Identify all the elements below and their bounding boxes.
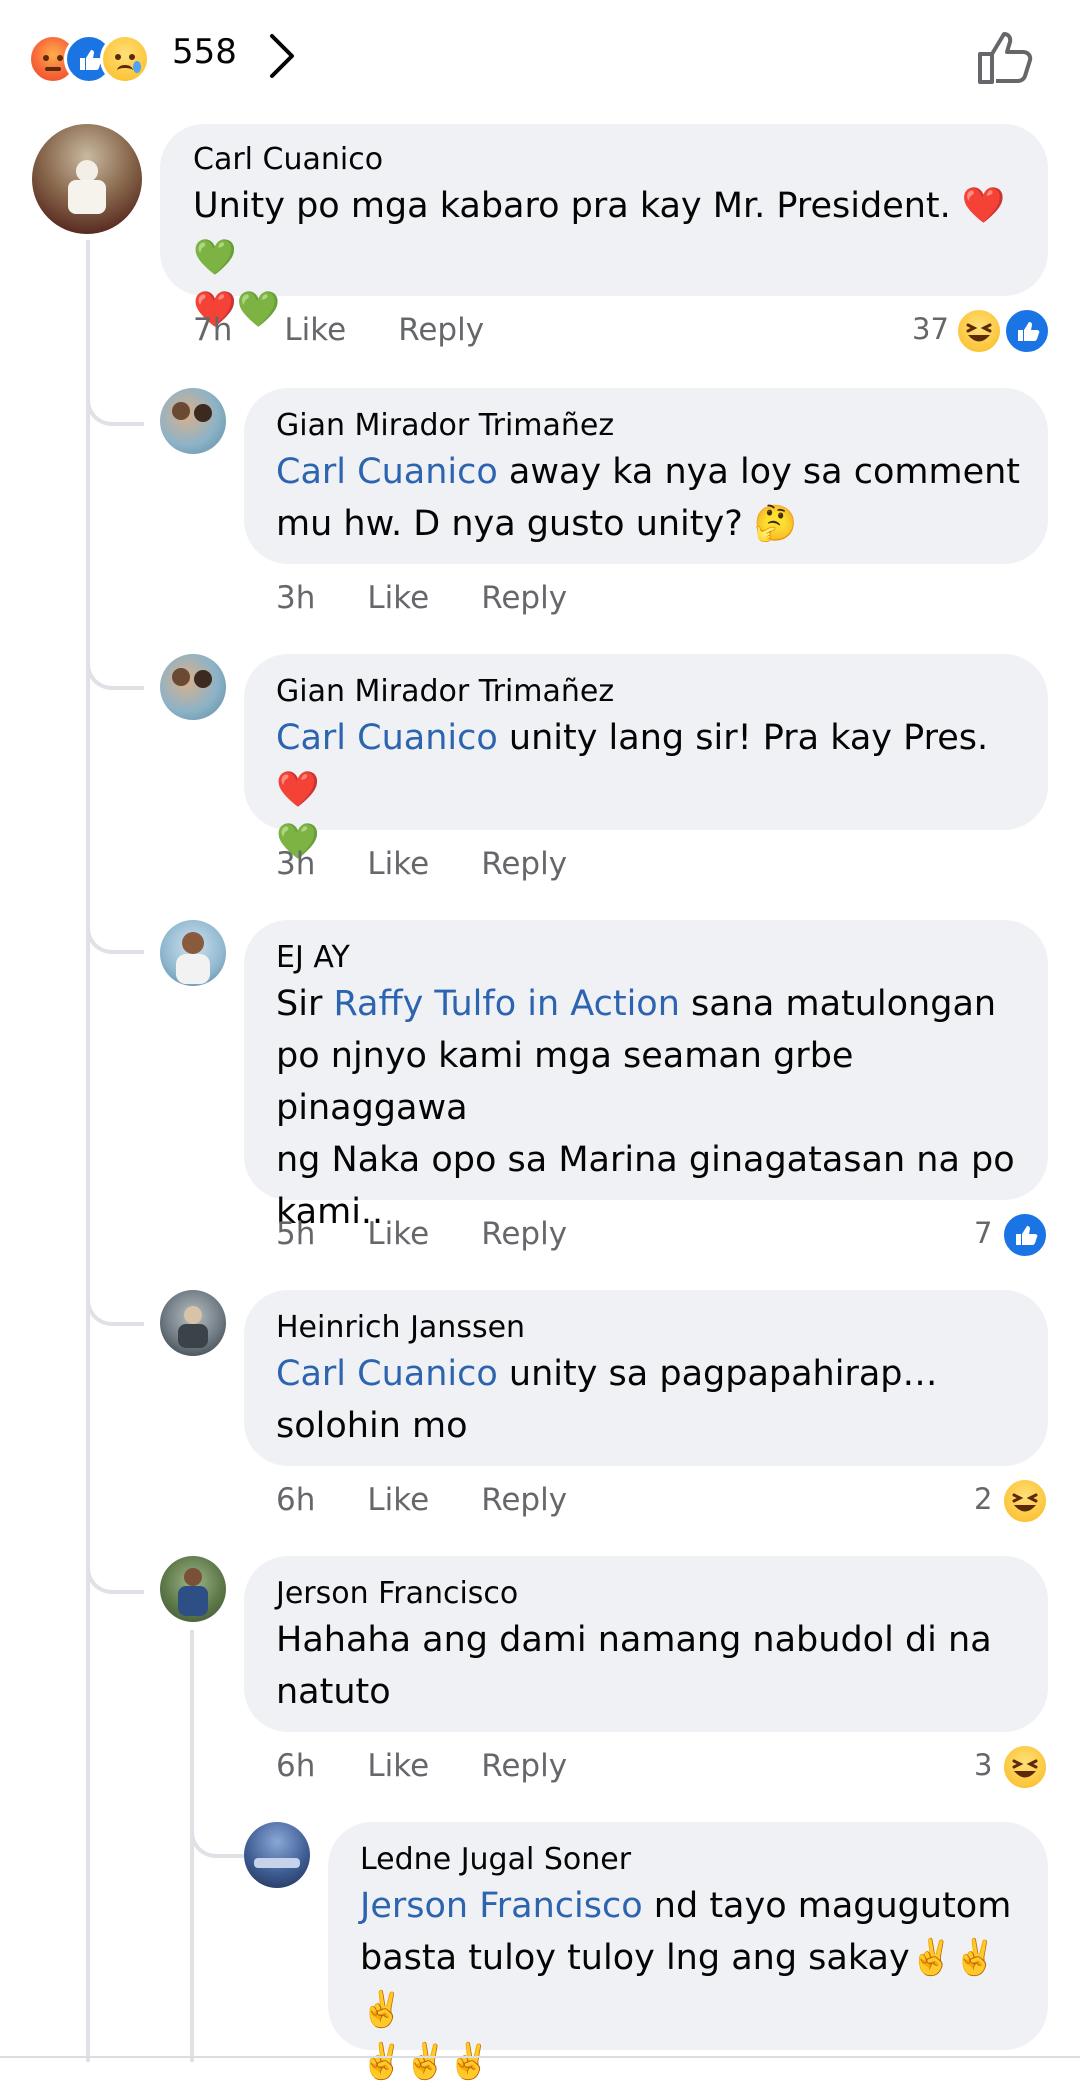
avatar[interactable]: [32, 124, 142, 234]
comment-author[interactable]: Gian Mirador Trimañez: [276, 674, 614, 709]
thread-connector: [86, 1250, 144, 1326]
reaction-count[interactable]: 7: [974, 1216, 992, 1250]
comment-time[interactable]: 6h: [276, 1748, 315, 1784]
haha-icon: [956, 308, 1002, 354]
comment-author[interactable]: Jerson Francisco: [276, 1576, 518, 1611]
comment-author[interactable]: Heinrich Janssen: [276, 1310, 525, 1345]
like-button[interactable]: Like: [367, 1748, 429, 1784]
reaction-count[interactable]: 3: [974, 1748, 992, 1782]
avatar[interactable]: [160, 388, 226, 454]
avatar[interactable]: [160, 654, 226, 720]
mention-link[interactable]: Carl Cuanico: [276, 452, 498, 492]
sad-icon: [100, 34, 150, 84]
comment-time[interactable]: 5h: [276, 1216, 315, 1252]
haha-icon: [1002, 1478, 1048, 1524]
like-button[interactable]: Like: [367, 1216, 429, 1252]
thread-connector: [86, 360, 144, 426]
comment-text: Carl Cuanico unity lang sir! Pra kay Pre…: [276, 718, 989, 862]
comment-actions: 5h Like Reply: [276, 1216, 619, 1252]
like-button[interactable]: Like: [367, 1482, 429, 1518]
bottom-divider: [0, 2056, 1080, 2058]
like-outline-icon[interactable]: [976, 28, 1036, 86]
reaction-count[interactable]: 37: [912, 312, 949, 346]
comment-actions: 6h Like Reply: [276, 1482, 619, 1518]
avatar[interactable]: [244, 1822, 310, 1888]
reply-button[interactable]: Reply: [398, 312, 484, 348]
mention-link[interactable]: Raffy Tulfo in Action: [333, 984, 679, 1024]
thread-connector: [86, 620, 144, 690]
haha-icon: [1002, 1744, 1048, 1790]
avatar[interactable]: [160, 1556, 226, 1622]
comment-text: Hahaha ang dami namang nabudol di na nat…: [276, 1620, 992, 1712]
mention-link[interactable]: Carl Cuanico: [276, 718, 498, 758]
comment-text: Sir Raffy Tulfo in Action sana matulonga…: [276, 984, 1015, 1232]
like-button[interactable]: Like: [367, 580, 429, 616]
like-icon: [1004, 308, 1050, 354]
comment-actions: 3h Like Reply: [276, 580, 619, 616]
reply-button[interactable]: Reply: [481, 1216, 567, 1252]
thread-connector: [86, 1520, 144, 1594]
comment-author[interactable]: EJ AY: [276, 940, 350, 975]
comment-author[interactable]: Ledne Jugal Soner: [360, 1842, 631, 1877]
like-icon: [1002, 1212, 1048, 1258]
thread-line-main: [86, 240, 90, 2062]
comment-text: Carl Cuanico away ka nya loy sa comment …: [276, 452, 1021, 544]
chevron-right-icon[interactable]: [262, 30, 302, 82]
avatar[interactable]: [160, 1290, 226, 1356]
reaction-total[interactable]: 558: [172, 32, 237, 72]
comment-actions: 3h Like Reply: [276, 846, 619, 882]
thread-connector: [86, 880, 144, 954]
thread-connector: [190, 1790, 248, 1858]
reply-button[interactable]: Reply: [481, 1748, 567, 1784]
comment-time[interactable]: 3h: [276, 846, 315, 882]
mention-link[interactable]: Jerson Francisco: [360, 1886, 643, 1926]
comment-time[interactable]: 6h: [276, 1482, 315, 1518]
reply-button[interactable]: Reply: [481, 846, 567, 882]
like-button[interactable]: Like: [284, 312, 346, 348]
comment-author[interactable]: Gian Mirador Trimañez: [276, 408, 614, 443]
comment-time[interactable]: 7h: [193, 312, 232, 348]
comment-actions: 7h Like Reply: [193, 312, 536, 348]
like-button[interactable]: Like: [367, 846, 429, 882]
reply-button[interactable]: Reply: [481, 1482, 567, 1518]
comment-time[interactable]: 3h: [276, 580, 315, 616]
comment-text: Carl Cuanico unity sa pagpapahirap… solo…: [276, 1354, 938, 1446]
mention-link[interactable]: Carl Cuanico: [276, 1354, 498, 1394]
avatar[interactable]: [160, 920, 226, 986]
comment-actions: 6h Like Reply: [276, 1748, 619, 1784]
reply-button[interactable]: Reply: [481, 580, 567, 616]
reaction-count[interactable]: 2: [974, 1482, 992, 1516]
comment-author[interactable]: Carl Cuanico: [193, 142, 383, 177]
